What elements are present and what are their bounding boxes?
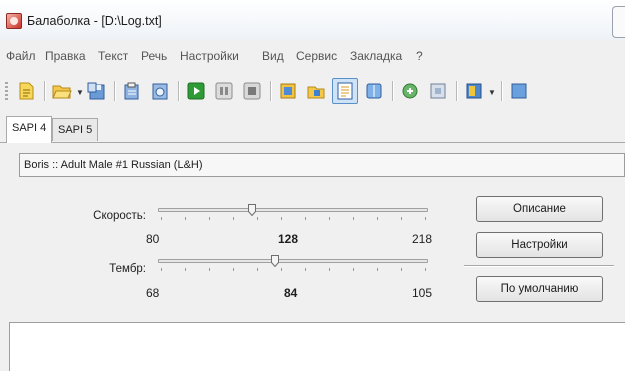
save-icon[interactable] xyxy=(86,81,106,101)
pitch-slider-track[interactable] xyxy=(158,259,428,263)
voice-select[interactable]: Boris :: Adult Male #1 Russian (L&H) xyxy=(19,153,625,177)
toolbar-separator xyxy=(392,81,393,101)
tab-sapi4[interactable]: SAPI 4 xyxy=(6,116,53,143)
app-icon xyxy=(6,13,22,29)
rate-value: 128 xyxy=(278,232,299,246)
voice-settings-button[interactable]: Настройки xyxy=(476,232,603,258)
toolbar: ▼ ▼ xyxy=(0,73,625,107)
chevron-down-icon[interactable]: ▼ xyxy=(488,88,496,97)
play-icon[interactable] xyxy=(186,81,206,101)
text-editor[interactable] xyxy=(9,322,625,371)
toolbar-separator xyxy=(501,81,502,101)
split-file-icon[interactable] xyxy=(364,81,384,101)
menu-text[interactable]: Текст xyxy=(98,49,128,63)
chevron-down-icon[interactable]: ▼ xyxy=(76,88,84,97)
toolbar-separator xyxy=(178,81,179,101)
stop-icon[interactable] xyxy=(242,81,262,101)
menu-settings[interactable]: Настройки xyxy=(180,49,239,63)
text-window-toggle[interactable] xyxy=(332,78,358,104)
engine-tabs: SAPI 4 SAPI 5 xyxy=(0,116,625,143)
rate-slider-thumb[interactable] xyxy=(248,204,257,216)
tab-sapi5[interactable]: SAPI 5 xyxy=(52,118,99,141)
rate-slider-track[interactable] xyxy=(158,208,428,212)
convert-icon[interactable] xyxy=(400,81,420,101)
rate-slider-ticks xyxy=(161,217,427,220)
pitch-max: 105 xyxy=(412,286,433,300)
toolbar-separator xyxy=(114,81,115,101)
toolbar-grip[interactable] xyxy=(5,82,8,100)
button-divider xyxy=(464,265,614,266)
more-icon[interactable] xyxy=(509,81,529,101)
defaults-button[interactable]: По умолчанию xyxy=(476,276,603,302)
title-bar: Балаболка - [D:\Log.txt] xyxy=(0,0,625,40)
window-controls[interactable] xyxy=(612,6,625,38)
description-button[interactable]: Описание xyxy=(476,196,603,222)
menu-view[interactable]: Вид xyxy=(262,49,284,63)
menu-speech[interactable]: Речь xyxy=(141,49,167,63)
export-icon[interactable] xyxy=(428,81,448,101)
pitch-slider-ticks xyxy=(161,268,427,271)
pitch-value: 84 xyxy=(284,286,298,300)
pitch-min: 68 xyxy=(146,286,160,300)
save-audio-icon[interactable] xyxy=(306,81,326,101)
text-window-icon xyxy=(337,82,353,100)
open-folder-icon[interactable] xyxy=(52,81,72,101)
toolbar-separator xyxy=(270,81,271,101)
rate-max: 218 xyxy=(412,232,433,246)
voice-panel: Boris :: Adult Male #1 Russian (L&H) Ско… xyxy=(9,143,625,318)
menu-edit[interactable]: Правка xyxy=(45,49,86,63)
dictionary-icon[interactable] xyxy=(464,81,484,101)
menu-service[interactable]: Сервис xyxy=(296,49,337,63)
rate-min: 80 xyxy=(146,232,160,246)
pitch-label: Тембр: xyxy=(109,263,146,275)
read-clipboard-icon[interactable] xyxy=(122,81,142,101)
toolbar-separator xyxy=(456,81,457,101)
speak-selection-icon[interactable] xyxy=(278,81,298,101)
menu-bookmark[interactable]: Закладка xyxy=(350,49,402,63)
new-document-icon[interactable] xyxy=(16,81,36,101)
pitch-slider-thumb[interactable] xyxy=(270,255,279,267)
menu-help[interactable]: ? xyxy=(416,49,423,63)
read-file-icon[interactable] xyxy=(150,81,170,101)
pause-icon[interactable] xyxy=(214,81,234,101)
toolbar-separator xyxy=(44,81,45,101)
menu-bar: Файл Правка Текст Речь Настройки Вид Сер… xyxy=(0,45,625,67)
window-title: Балаболка - [D:\Log.txt] xyxy=(27,14,162,28)
menu-file[interactable]: Файл xyxy=(6,49,36,63)
rate-label: Скорость: xyxy=(93,210,146,222)
